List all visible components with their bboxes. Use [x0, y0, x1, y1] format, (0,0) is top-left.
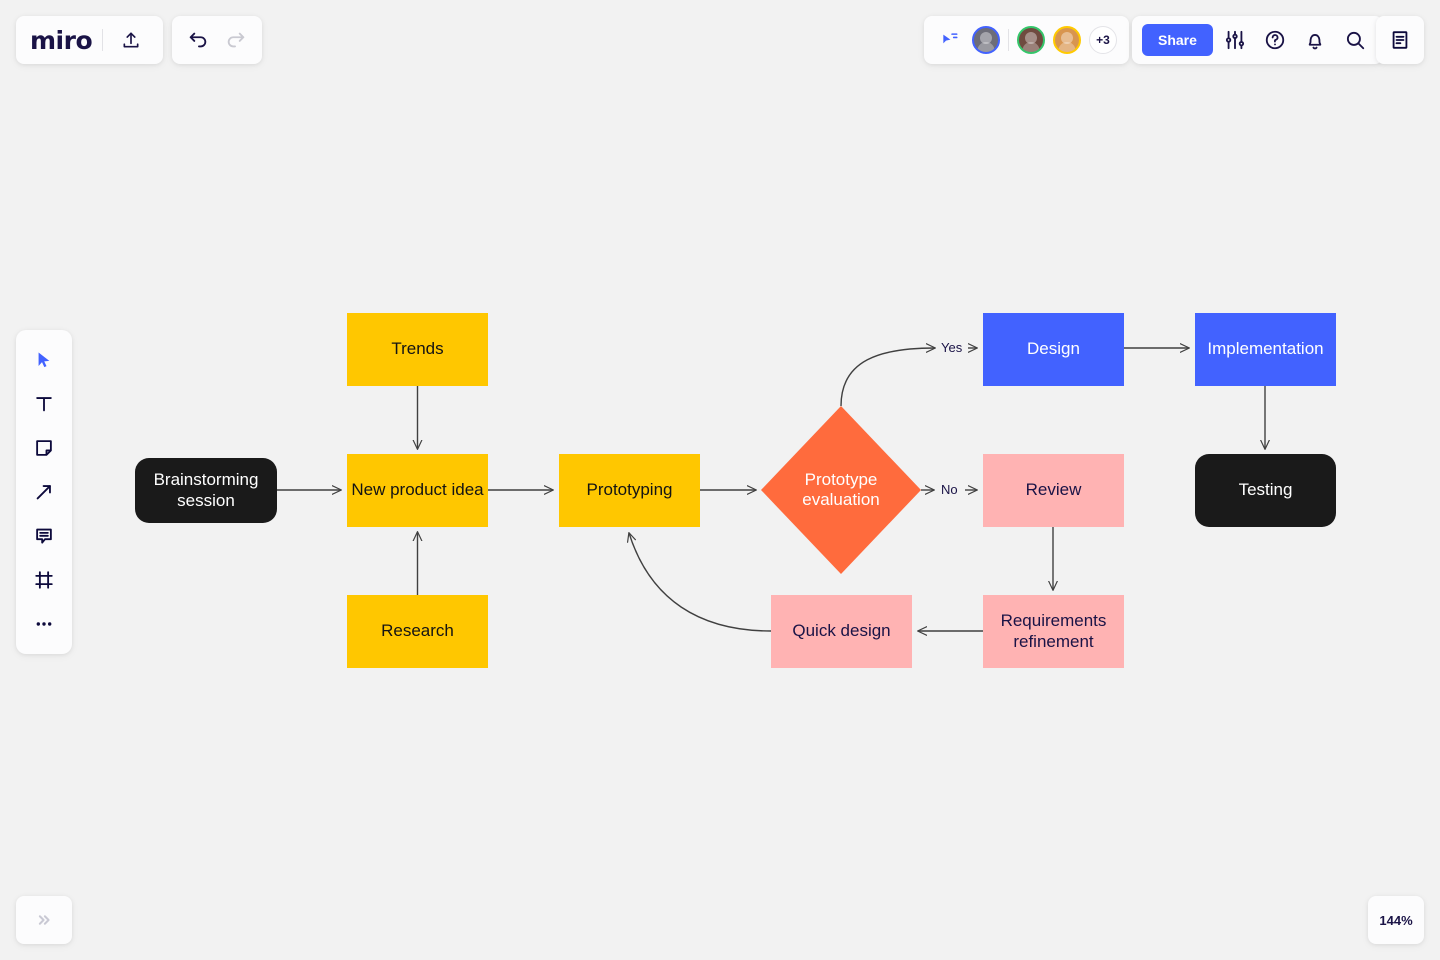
divider — [102, 29, 103, 51]
notes-panel-icon — [1389, 29, 1411, 51]
question-circle-icon — [1264, 29, 1286, 51]
node-label: Brainstorming session — [154, 470, 259, 510]
node-implementation[interactable]: Implementation — [1195, 313, 1336, 386]
node-testing[interactable]: Testing — [1195, 454, 1336, 527]
node-prototyping[interactable]: Prototyping — [559, 454, 700, 527]
node-design[interactable]: Design — [983, 313, 1124, 386]
node-label: Review — [1026, 480, 1082, 500]
comment-icon — [33, 525, 55, 547]
share-button[interactable]: Share — [1142, 24, 1213, 56]
board-canvas[interactable]: Brainstorming session Trends New product… — [0, 0, 1440, 960]
node-label: Prototyping — [587, 480, 673, 500]
edge-label-text: Yes — [941, 340, 962, 355]
search-icon — [1344, 29, 1366, 51]
upload-button[interactable] — [113, 22, 149, 58]
follow-cursor-button[interactable] — [936, 26, 964, 54]
redo-icon — [225, 29, 247, 51]
expand-panel-button[interactable] — [26, 902, 62, 938]
avatar[interactable] — [972, 26, 1000, 54]
upload-icon — [121, 30, 141, 50]
undo-button[interactable] — [180, 22, 216, 58]
node-new-product-idea[interactable]: New product idea — [347, 454, 488, 527]
bell-icon — [1304, 29, 1326, 51]
expand-panel-toolbar — [16, 896, 72, 944]
node-requirements-refinement[interactable]: Requirements refinement — [983, 595, 1124, 668]
sidebar-item-sticky-note-tool[interactable] — [24, 428, 64, 468]
node-label: New product idea — [351, 480, 483, 500]
sidebar-item-frame-tool[interactable] — [24, 560, 64, 600]
avatar-body — [1059, 42, 1076, 54]
node-quick-design[interactable]: Quick design — [771, 595, 912, 668]
node-label: Testing — [1239, 480, 1293, 500]
sliders-icon — [1224, 29, 1246, 51]
notes-panel-toolbar — [1376, 16, 1424, 64]
notes-panel-button[interactable] — [1382, 22, 1418, 58]
node-label: Design — [1027, 339, 1080, 359]
node-label: Requirements refinement — [1001, 611, 1107, 651]
edge-label-yes: Yes — [938, 340, 965, 355]
sidebar-item-connection-line-tool[interactable] — [24, 472, 64, 512]
settings-button[interactable] — [1217, 22, 1253, 58]
cursor-icon — [34, 350, 54, 370]
edge-label-no: No — [938, 482, 961, 497]
notifications-button[interactable] — [1297, 22, 1333, 58]
node-label: Research — [381, 621, 454, 641]
board-actions-toolbar: Share — [1132, 16, 1383, 64]
divider — [1008, 29, 1009, 51]
text-icon — [33, 393, 55, 415]
sidebar-item-text-tool[interactable] — [24, 384, 64, 424]
sidebar-item-select-tool[interactable] — [24, 340, 64, 380]
edge-label-text: No — [941, 482, 958, 497]
undo-redo-toolbar — [172, 16, 262, 64]
help-button[interactable] — [1257, 22, 1293, 58]
follow-cursor-icon — [940, 30, 960, 50]
logo-toolbar: miro — [16, 16, 163, 64]
node-label: Trends — [391, 339, 443, 359]
zoom-level-control[interactable]: 144% — [1368, 896, 1424, 944]
undo-icon — [187, 29, 209, 51]
collaborators-toolbar: +3 — [924, 16, 1129, 64]
sidebar-item-more-tools[interactable] — [24, 604, 64, 644]
sidebar-item-comment-tool[interactable] — [24, 516, 64, 556]
search-button[interactable] — [1337, 22, 1373, 58]
miro-board-app: Brainstorming session Trends New product… — [0, 0, 1440, 960]
node-review[interactable]: Review — [983, 454, 1124, 527]
frame-icon — [33, 569, 55, 591]
tools-sidebar — [16, 330, 72, 654]
node-trends[interactable]: Trends — [347, 313, 488, 386]
avatar[interactable] — [1053, 26, 1081, 54]
zoom-level-label: 144% — [1379, 913, 1412, 928]
node-label: Prototype evaluation — [802, 470, 880, 510]
chevron-double-right-icon — [34, 910, 54, 930]
avatar-body — [978, 42, 995, 54]
node-label: Implementation — [1207, 339, 1323, 359]
sticky-note-icon — [33, 437, 55, 459]
redo-button[interactable] — [218, 22, 254, 58]
avatar-overflow-count[interactable]: +3 — [1089, 26, 1117, 54]
avatar-body — [1023, 42, 1040, 54]
node-brainstorming-session[interactable]: Brainstorming session — [135, 458, 277, 523]
more-horizontal-icon — [33, 613, 55, 635]
node-research[interactable]: Research — [347, 595, 488, 668]
avatar[interactable] — [1017, 26, 1045, 54]
node-prototype-evaluation[interactable]: Prototype evaluation — [761, 406, 921, 574]
arrow-icon — [33, 481, 55, 503]
miro-logo[interactable]: miro — [30, 26, 92, 55]
node-label: Quick design — [792, 621, 890, 641]
